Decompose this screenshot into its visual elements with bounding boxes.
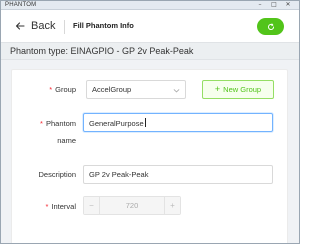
phantom-type-text: Phantom type: EINAGPIO - GP 2v Peak-Peak xyxy=(10,46,194,56)
description-value: GP 2v Peak-Peak xyxy=(89,170,149,179)
phantom-name-input[interactable]: GeneralPurpose xyxy=(83,113,273,132)
page-header: Back Fill Phantom Info xyxy=(1,11,299,42)
required-marker: * xyxy=(45,202,49,211)
group-select-value: AccelGroup xyxy=(92,85,132,94)
interval-value: 720 xyxy=(125,201,139,210)
description-input[interactable]: GP 2v Peak-Peak xyxy=(83,165,273,184)
page-title: Fill Phantom Info xyxy=(73,21,134,30)
interval-stepper[interactable]: − 720 + xyxy=(83,196,181,215)
back-button[interactable]: Back xyxy=(15,18,55,34)
window-titlebar: PHANTOM – □ ✕ xyxy=(1,1,299,10)
new-group-label: New Group xyxy=(223,85,262,94)
phantom-name-value: GeneralPurpose xyxy=(89,118,146,128)
text-caret xyxy=(144,118,146,127)
description-label: Description xyxy=(38,170,76,179)
plus-icon: + xyxy=(214,84,221,94)
maximize-button[interactable]: □ xyxy=(269,1,279,9)
app-window: PHANTOM – □ ✕ Back Fill Phantom Info Pha… xyxy=(0,0,300,244)
header-divider xyxy=(64,20,65,34)
phantom-name-label: * Phantom xyxy=(40,119,76,128)
group-select[interactable]: AccelGroup xyxy=(86,80,186,99)
interval-label: * Interval xyxy=(45,202,76,211)
refresh-icon xyxy=(267,23,274,30)
phantom-type-bar: Phantom type: EINAGPIO - GP 2v Peak-Peak xyxy=(1,42,299,60)
required-marker: * xyxy=(49,85,53,94)
required-marker: * xyxy=(40,119,43,128)
arrow-left-icon xyxy=(15,22,25,30)
minimize-button[interactable]: – xyxy=(255,1,265,9)
back-label: Back xyxy=(31,20,56,32)
window-title: PHANTOM xyxy=(5,2,37,8)
refresh-button[interactable] xyxy=(257,18,284,35)
phantom-name-label-line2: name xyxy=(57,136,76,145)
group-label: * Group xyxy=(49,85,76,94)
new-group-button[interactable]: + New Group xyxy=(202,80,274,99)
interval-decrement-button[interactable]: − xyxy=(84,197,100,214)
close-button[interactable]: ✕ xyxy=(283,1,293,9)
interval-increment-button[interactable]: + xyxy=(164,197,180,214)
chevron-down-icon xyxy=(173,89,180,93)
